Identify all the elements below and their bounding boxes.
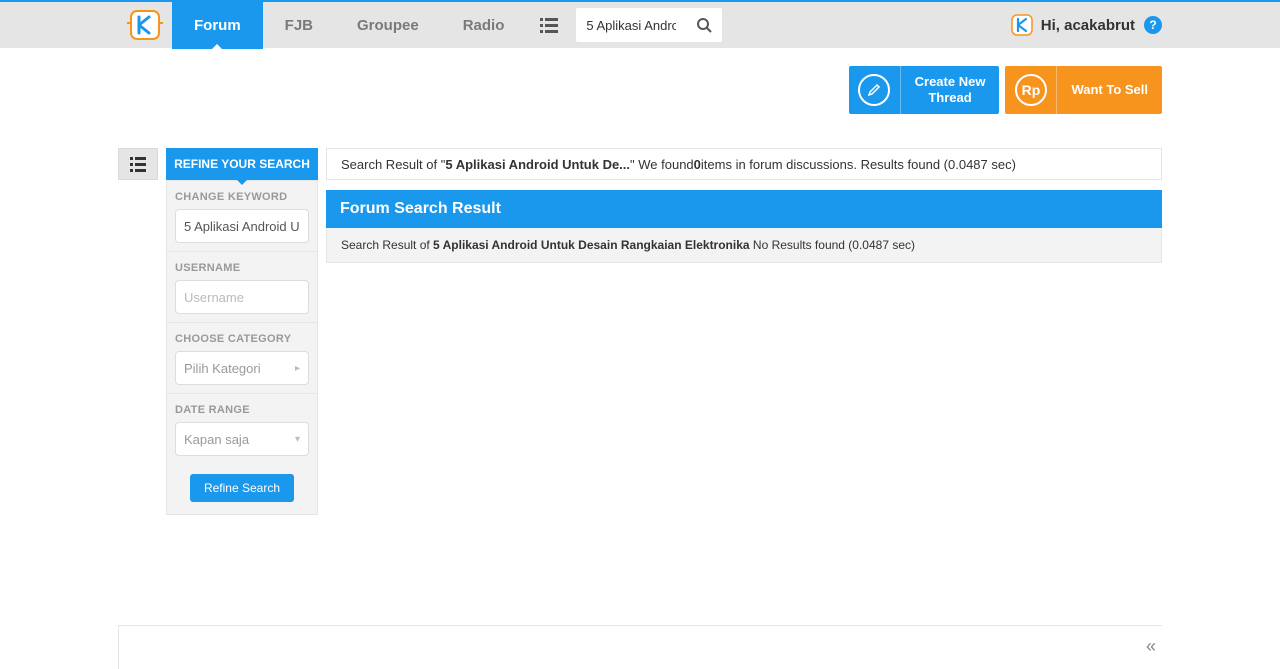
nav-tab-radio[interactable]: Radio bbox=[441, 1, 527, 49]
main-content: REFINE YOUR SEARCH CHANGE KEYWORD USERNA… bbox=[0, 114, 1280, 515]
chevron-down-icon: ▾ bbox=[295, 434, 300, 445]
results-detail: Search Result of 5 Aplikasi Android Untu… bbox=[326, 228, 1162, 263]
category-label: CHOOSE CATEGORY bbox=[175, 333, 309, 345]
want-to-sell-label: Want To Sell bbox=[1057, 82, 1162, 98]
keyword-input[interactable] bbox=[175, 209, 309, 243]
user-area[interactable]: Hi, acakabrut ? bbox=[1009, 12, 1280, 38]
search-icon bbox=[696, 17, 712, 33]
create-thread-label: Create New Thread bbox=[901, 74, 1000, 107]
want-to-sell-button[interactable]: Rp Want To Sell bbox=[1005, 66, 1162, 114]
nav-tab-forum[interactable]: Forum bbox=[172, 1, 263, 49]
refine-search-button[interactable]: Refine Search bbox=[190, 474, 294, 502]
change-keyword-label: CHANGE KEYWORD bbox=[175, 191, 309, 203]
date-range-select[interactable]: Kapan saja ▾ bbox=[175, 422, 309, 456]
search-input[interactable] bbox=[576, 18, 686, 33]
results-header: Search Result of "5 Aplikasi Android Unt… bbox=[326, 148, 1162, 180]
rp-icon: Rp bbox=[1005, 66, 1057, 114]
username-label: USERNAME bbox=[175, 262, 309, 274]
search-button[interactable] bbox=[686, 8, 722, 42]
results-title: Forum Search Result bbox=[326, 190, 1162, 228]
pencil-icon bbox=[849, 66, 901, 114]
chevron-right-icon: ▸ bbox=[295, 363, 300, 374]
refine-panel: REFINE YOUR SEARCH CHANGE KEYWORD USERNA… bbox=[166, 148, 318, 515]
results-area: Search Result of "5 Aplikasi Android Unt… bbox=[326, 148, 1162, 263]
footer-box: « bbox=[118, 625, 1162, 669]
site-logo[interactable] bbox=[118, 1, 172, 49]
refine-tab[interactable]: REFINE YOUR SEARCH bbox=[166, 148, 318, 180]
refine-body: CHANGE KEYWORD USERNAME CHOOSE CATEGORY … bbox=[166, 180, 318, 515]
date-range-label: DATE RANGE bbox=[175, 404, 309, 416]
nav-tab-fjb[interactable]: FJB bbox=[263, 1, 335, 49]
search-box bbox=[576, 8, 722, 42]
results-summary: Search Result of "5 Aplikasi Android Unt… bbox=[327, 149, 1161, 179]
create-thread-button[interactable]: Create New Thread bbox=[849, 66, 1000, 114]
user-greeting: Hi, acakabrut bbox=[1041, 17, 1135, 34]
user-avatar-icon bbox=[1009, 12, 1035, 38]
sidebar-toggle-icon[interactable] bbox=[118, 148, 158, 180]
help-icon[interactable]: ? bbox=[1144, 16, 1162, 34]
category-value: Pilih Kategori bbox=[184, 361, 261, 376]
date-range-value: Kapan saja bbox=[184, 432, 249, 447]
nav-tabs: Forum FJB Groupee Radio bbox=[172, 1, 526, 49]
action-row: Create New Thread Rp Want To Sell bbox=[0, 48, 1280, 114]
list-menu-icon[interactable] bbox=[526, 1, 572, 49]
username-input[interactable] bbox=[175, 280, 309, 314]
topbar: Forum FJB Groupee Radio Hi, acakabrut ? bbox=[0, 0, 1280, 48]
nav-tab-groupee[interactable]: Groupee bbox=[335, 1, 441, 49]
category-select[interactable]: Pilih Kategori ▸ bbox=[175, 351, 309, 385]
collapse-icon[interactable]: « bbox=[1139, 636, 1163, 657]
